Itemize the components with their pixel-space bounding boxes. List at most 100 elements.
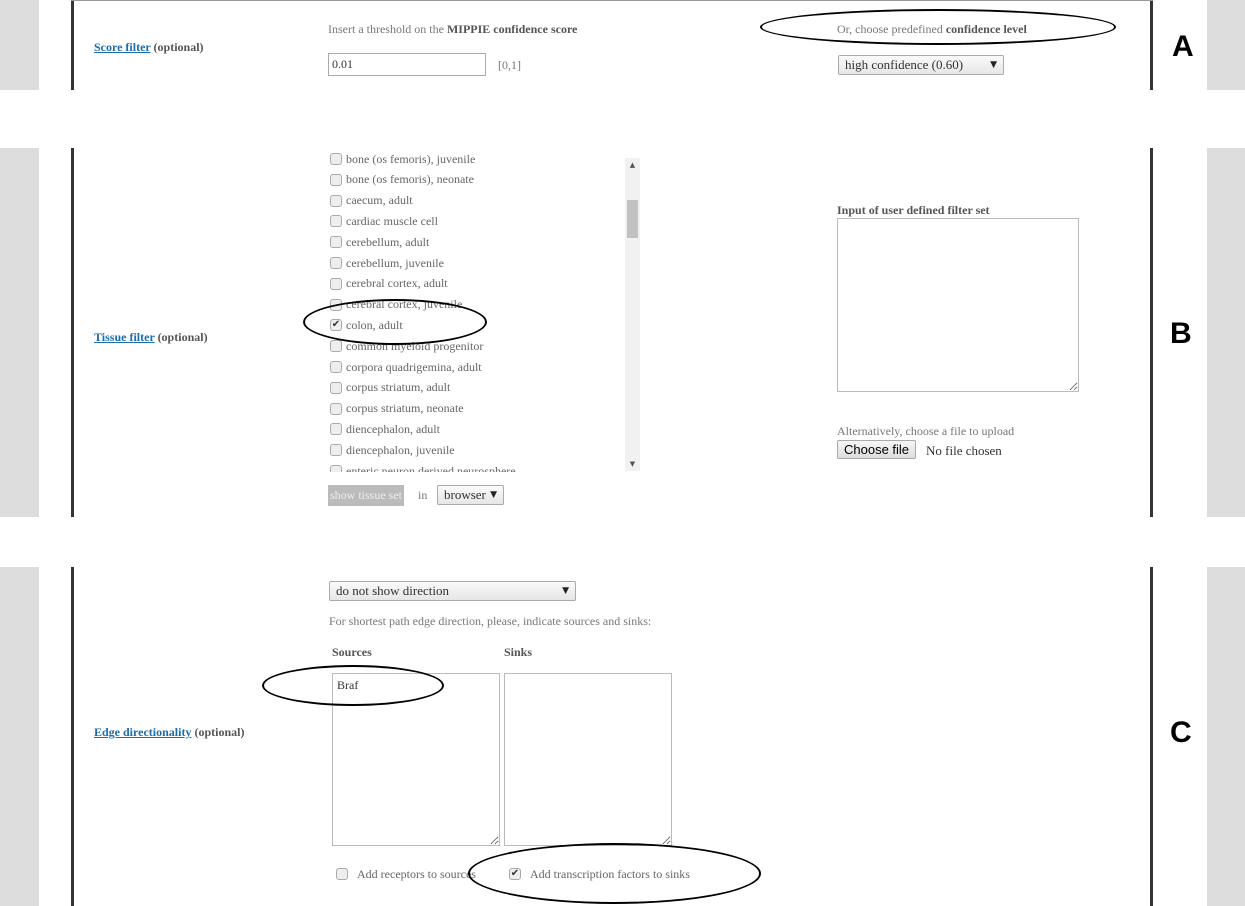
tissue-label: common myeloid progenitor — [346, 338, 484, 353]
in-label: in — [418, 488, 428, 502]
tissue-label: enteric neuron derived neurosphere — [346, 463, 516, 473]
tissue-checkbox[interactable] — [330, 465, 342, 472]
edge-directionality-link[interactable]: Edge directionality — [94, 725, 191, 739]
left-margin-bar-c — [0, 567, 39, 906]
right-margin-bar-a — [1207, 0, 1245, 90]
panel-letter-a: A — [1172, 30, 1194, 63]
tissue-checkbox[interactable] — [330, 298, 342, 311]
panel-border-right — [1150, 567, 1153, 906]
tissue-checkbox[interactable] — [330, 277, 342, 290]
tissue-checkbox[interactable] — [330, 423, 342, 436]
tissue-label: corpus striatum, adult — [346, 380, 451, 395]
tissue-item[interactable]: cerebellum, juvenile — [330, 253, 444, 273]
show-tissue-set-button[interactable]: show tissue set — [328, 485, 404, 506]
tissue-label: diencephalon, juvenile — [346, 442, 455, 457]
tissue-label: cerebellum, adult — [346, 234, 430, 249]
tissue-filter-label: Tissue filter (optional) — [94, 330, 208, 345]
tissue-item[interactable]: bone (os femoris), neonate — [330, 170, 474, 190]
tissue-item[interactable]: bone (os femoris), juvenile — [330, 152, 475, 169]
direction-select-value: do not show direction — [336, 583, 450, 598]
upload-label: Alternatively, choose a file to upload — [837, 424, 1015, 438]
tissue-list-scrollbar[interactable]: ▲ ▼ — [625, 158, 640, 471]
sinks-textarea[interactable] — [504, 673, 672, 846]
tissue-checkbox[interactable] — [330, 153, 342, 165]
add-receptors-checkbox-row[interactable]: Add receptors to sources — [336, 864, 476, 884]
tissue-checkbox[interactable] — [330, 215, 342, 228]
confidence-level-select[interactable]: high confidence (0.60) ▼ — [838, 55, 1004, 75]
tissue-label: cerebral cortex, juvenile — [346, 297, 463, 312]
direction-instruction: For shortest path edge direction, please… — [329, 614, 652, 628]
scrollbar-thumb[interactable] — [627, 200, 638, 238]
tissue-item[interactable]: cardiac muscle cell — [330, 211, 438, 231]
sinks-label-text: Sinks — [504, 645, 533, 659]
predefined-level-bold: confidence level — [945, 22, 1027, 36]
tissue-item[interactable]: corpora quadrigemina, adult — [330, 357, 482, 377]
tissue-checkbox[interactable] — [330, 381, 342, 394]
direction-select[interactable]: do not show direction ▼ — [329, 581, 576, 601]
score-filter-panel — [71, 0, 1153, 90]
sources-textarea[interactable]: Braf — [332, 673, 500, 846]
left-margin-bar-b — [0, 148, 39, 517]
confidence-level-value: high confidence (0.60) — [845, 57, 964, 72]
tissue-checkbox[interactable] — [330, 402, 342, 415]
tissue-item[interactable]: common myeloid progenitor — [330, 336, 483, 356]
add-tf-label: Add transcription factors to sinks — [530, 866, 690, 881]
score-instruction-bold: MIPPIE confidence score — [446, 22, 578, 36]
add-tf-checkbox-row[interactable]: ✔ Add transcription factors to sinks — [509, 864, 690, 884]
panel-border-top — [71, 0, 1153, 1]
right-margin-bar-b — [1207, 148, 1245, 517]
dropdown-arrow-icon: ▼ — [490, 490, 497, 500]
right-margin-bar-c — [1207, 567, 1245, 906]
left-margin-bar-a — [0, 0, 39, 90]
tissue-label: corpora quadrigemina, adult — [346, 359, 482, 374]
tissue-label: bone (os femoris), neonate — [346, 172, 474, 187]
tissue-item[interactable]: enteric neuron derived neurosphere — [330, 461, 516, 472]
predefined-level-prefix: Or, choose predefined — [837, 22, 946, 36]
user-defined-filter-textarea[interactable] — [837, 218, 1079, 392]
tissue-checkbox-list[interactable]: bone (os femoris), juvenile bone (os femo… — [330, 152, 641, 472]
tissue-checkbox[interactable] — [330, 257, 342, 269]
tissue-item[interactable]: corpus striatum, neonate — [330, 399, 464, 419]
tissue-label: colon, adult — [346, 317, 403, 332]
edge-directionality-label: Edge directionality (optional) — [94, 725, 244, 740]
panel-letter-c: C — [1170, 716, 1192, 749]
scroll-down-arrow-icon[interactable]: ▼ — [625, 460, 640, 468]
tissue-checkbox[interactable]: ✔ — [330, 319, 342, 332]
range-hint: [0,1] — [498, 58, 521, 72]
tissue-checkbox[interactable] — [330, 173, 342, 186]
tissue-label: caecum, adult — [346, 193, 413, 208]
tissue-item[interactable]: ✔ colon, adult — [330, 315, 403, 335]
tissue-checkbox[interactable] — [330, 361, 342, 373]
score-threshold-input[interactable] — [328, 53, 486, 76]
tissue-item[interactable]: diencephalon, juvenile — [330, 440, 455, 460]
tissue-checkbox[interactable] — [330, 194, 342, 207]
tissue-checkbox[interactable] — [330, 236, 342, 249]
score-instruction-text: Insert a threshold on the — [328, 22, 447, 36]
scroll-up-arrow-icon[interactable]: ▲ — [625, 161, 640, 169]
tissue-item[interactable]: diencephalon, adult — [330, 419, 440, 439]
add-receptors-label: Add receptors to sources — [357, 866, 476, 881]
tissue-filter-link[interactable]: Tissue filter — [94, 330, 155, 344]
score-filter-link[interactable]: Score filter — [94, 40, 151, 54]
tissue-item[interactable]: cerebellum, adult — [330, 232, 429, 252]
user-set-label: Input of user defined filter set — [837, 203, 990, 218]
user-set-label-text: Input of user defined filter set — [837, 203, 990, 217]
tissue-item[interactable]: cerebral cortex, adult — [330, 274, 448, 294]
add-receptors-checkbox[interactable] — [336, 868, 348, 880]
tissue-item[interactable]: caecum, adult — [330, 191, 413, 211]
tissue-checkbox[interactable] — [330, 444, 342, 457]
tissue-item[interactable]: cerebral cortex, juvenile — [330, 295, 462, 315]
choose-file-button[interactable]: Choose file — [837, 440, 917, 459]
tissue-label: corpus striatum, neonate — [346, 401, 464, 416]
dropdown-arrow-icon: ▼ — [990, 60, 997, 70]
show-target-select[interactable]: browser ▼ — [437, 485, 504, 505]
tissue-checkbox[interactable] — [330, 340, 342, 353]
predefined-level-text: Or, choose predefined confidence level — [837, 22, 1027, 37]
dropdown-arrow-icon: ▼ — [562, 586, 569, 596]
panel-border-right — [1150, 0, 1153, 90]
optional-tag: (optional) — [153, 40, 204, 54]
add-tf-checkbox[interactable]: ✔ — [509, 868, 521, 880]
panel-border-right — [1150, 148, 1153, 517]
optional-tag: (optional) — [157, 330, 208, 344]
tissue-item[interactable]: corpus striatum, adult — [330, 378, 450, 398]
